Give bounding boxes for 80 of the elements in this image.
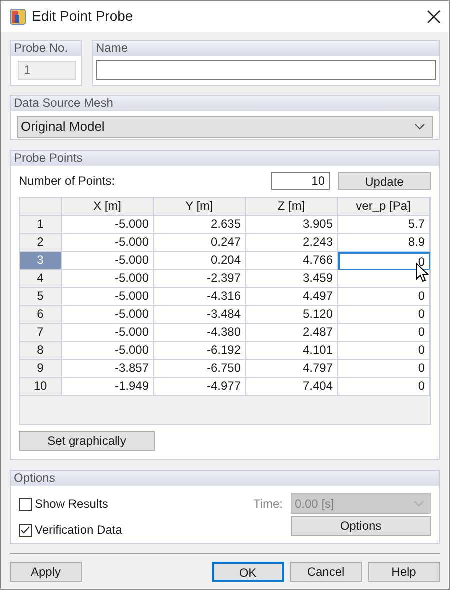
table-cell: 3.459 (246, 270, 338, 288)
table-cell: 0 (338, 378, 430, 396)
dialog-button[interactable]: Cancel (290, 562, 362, 582)
row-header[interactable]: 2 (20, 234, 62, 252)
table-cell: 2.243 (246, 234, 338, 252)
table-cell: -5.000 (62, 288, 154, 306)
table-cell: -3.857 (62, 360, 154, 378)
panel-header: Options (11, 471, 439, 486)
table-cell: -5.000 (62, 252, 154, 270)
dropdown-value: Original Model (21, 118, 105, 136)
close-icon[interactable] (427, 10, 441, 24)
chevron-icon (415, 124, 425, 130)
table-cell: -6.750 (154, 360, 246, 378)
app-icon (10, 8, 26, 24)
dropdown-value: 0.00 [s] (295, 496, 334, 512)
table-cell: 3.905 (246, 216, 338, 234)
table-cell: 4.766 (246, 252, 338, 270)
checkbox[interactable] (19, 524, 32, 536)
table-cell: -5.000 (62, 216, 154, 234)
row-header[interactable]: 4 (20, 270, 62, 288)
table-cell: 2.487 (246, 324, 338, 342)
dialog-button[interactable]: OK (212, 562, 284, 582)
row-header[interactable]: 5 (20, 288, 62, 306)
table-cell: 0 (338, 324, 430, 342)
table-cell: 5.120 (246, 306, 338, 324)
table-cell: 0 (338, 360, 430, 378)
count-label: Number of Points: (19, 173, 116, 190)
panel-header: Name (93, 41, 439, 56)
dialog-button[interactable]: Apply (10, 562, 82, 582)
table-cell: 4.497 (246, 288, 338, 306)
table-cell: 0 (338, 342, 430, 360)
table-cell: -1.949 (62, 378, 154, 396)
table-cell: 0 (338, 306, 430, 324)
options-button[interactable]: Options (291, 516, 431, 536)
window-title: Edit Point Probe (32, 7, 134, 26)
column-header[interactable]: ver_p [Pa] (338, 198, 430, 216)
time-label: Time: (253, 496, 283, 512)
row-header[interactable]: 10 (20, 378, 62, 396)
checkbox[interactable] (19, 498, 32, 510)
table-cell: -2.397 (154, 270, 246, 288)
table-cell: -5.000 (62, 306, 154, 324)
panel-header: Data Source Mesh (11, 96, 439, 111)
table-cell: 5.7 (338, 216, 430, 234)
table-cell: -5.000 (62, 234, 154, 252)
set-graphically-button[interactable]: Set graphically (19, 431, 155, 451)
table-cell: 0 (338, 252, 430, 270)
checkbox-label[interactable]: Verification Data (35, 521, 122, 539)
table-cell: 7.404 (246, 378, 338, 396)
table-cell: -5.000 (62, 324, 154, 342)
table-cell: -5.000 (62, 270, 154, 288)
table-cell: -3.484 (154, 306, 246, 324)
chevron-icon (414, 500, 424, 506)
name-field[interactable] (96, 60, 436, 80)
table-cell: 0.204 (154, 252, 246, 270)
table-cell: 8.9 (338, 234, 430, 252)
table-cell: -4.316 (154, 288, 246, 306)
column-header[interactable]: Y [m] (154, 198, 246, 216)
row-header[interactable]: 7 (20, 324, 62, 342)
column-header[interactable]: X [m] (62, 198, 154, 216)
row-header[interactable]: 9 (20, 360, 62, 378)
column-header[interactable]: Z [m] (246, 198, 338, 216)
table-cell: 0 (338, 288, 430, 306)
panel-header: Probe No. (11, 41, 81, 56)
count-field[interactable]: 10 (271, 172, 330, 190)
table-cell: -5.000 (62, 342, 154, 360)
table-cell: -4.977 (154, 378, 246, 396)
row-header[interactable]: 6 (20, 306, 62, 324)
update-button[interactable]: Update (338, 172, 431, 190)
row-header[interactable]: 8 (20, 342, 62, 360)
table-cell: 4.797 (246, 360, 338, 378)
mesh-dropdown[interactable]: Original Model (17, 116, 433, 138)
panel-header: Probe Points (11, 151, 439, 166)
table-cell: 0.247 (154, 234, 246, 252)
dialog-button[interactable]: Help (368, 562, 440, 582)
table-cell: -6.192 (154, 342, 246, 360)
table-cell: 4.101 (246, 342, 338, 360)
table-cell: -4.380 (154, 324, 246, 342)
checkbox-label[interactable]: Show Results (35, 495, 108, 513)
table-cell: 2.635 (154, 216, 246, 234)
row-header[interactable]: 1 (20, 216, 62, 234)
